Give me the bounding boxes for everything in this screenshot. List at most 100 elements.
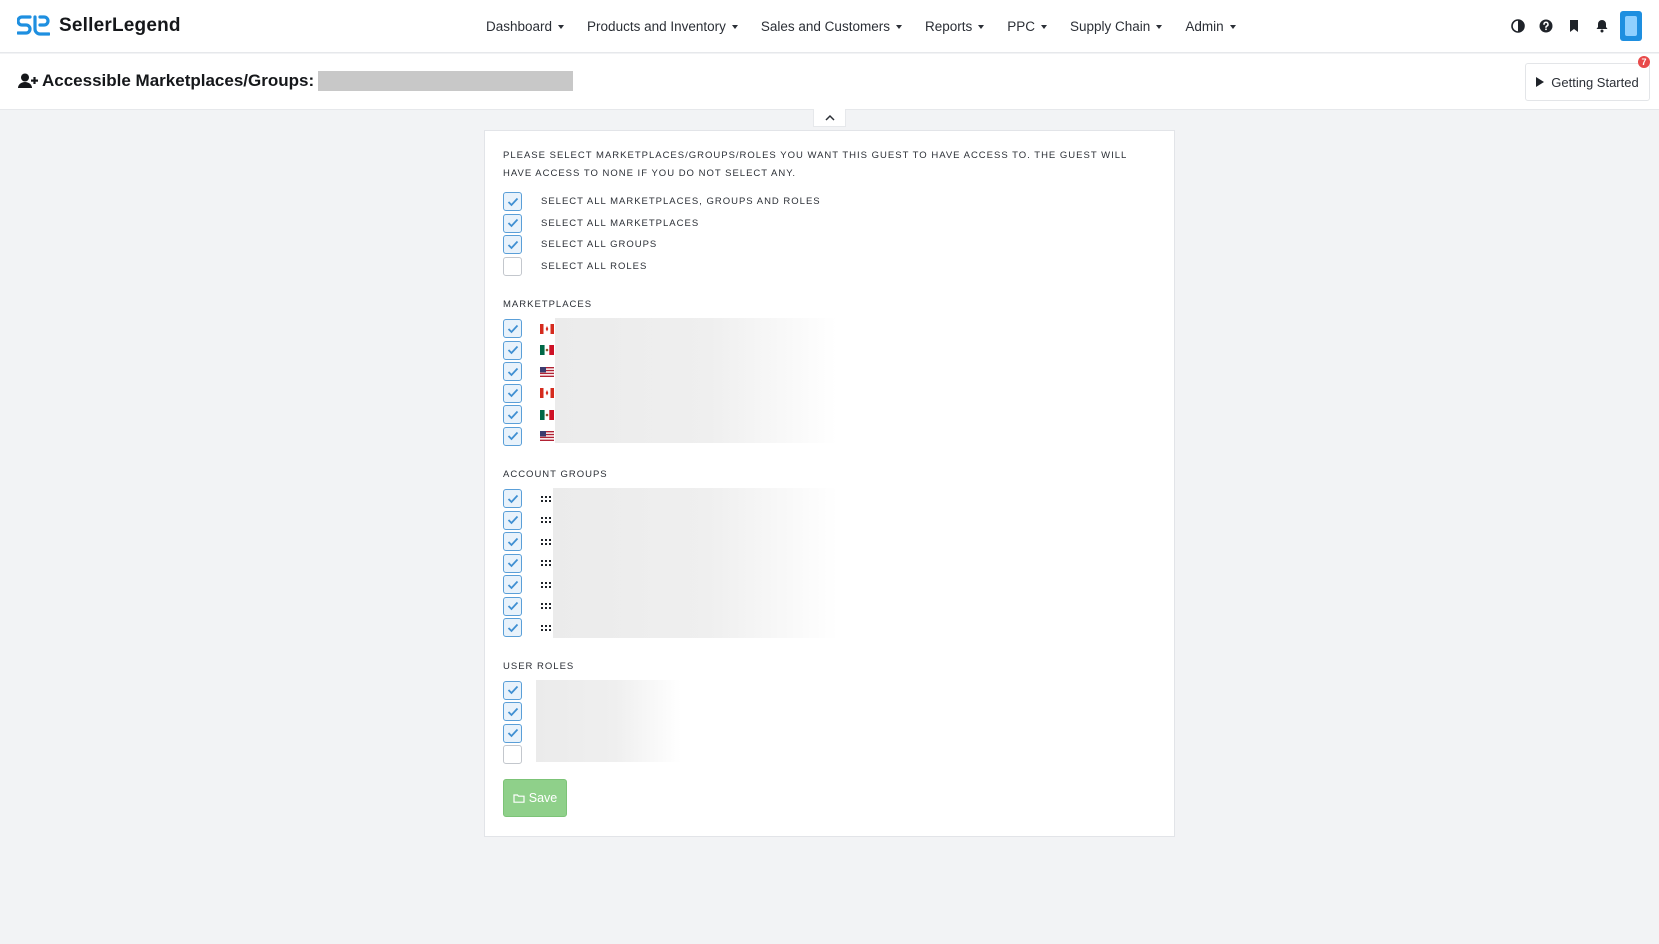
nav-label: Dashboard xyxy=(486,19,553,34)
access-form-card: Please select marketplaces/groups/roles … xyxy=(484,130,1175,837)
marketplace-checkbox[interactable] xyxy=(503,362,522,382)
contrast-icon[interactable] xyxy=(1504,11,1532,41)
check-icon xyxy=(507,580,518,590)
collapse-header-toggle[interactable] xyxy=(813,109,846,127)
check-icon xyxy=(507,240,518,250)
brand-logo[interactable]: SellerLegend xyxy=(17,14,181,38)
bookmark-icon[interactable] xyxy=(1560,11,1588,41)
nav-label: Reports xyxy=(924,19,973,34)
nav-label: Products and Inventory xyxy=(587,19,726,34)
nav-ppc[interactable]: PPC xyxy=(1007,19,1047,34)
user-roles-list xyxy=(503,679,1158,766)
check-icon xyxy=(507,389,518,398)
top-navbar: SellerLegend Dashboard Products and Inve… xyxy=(0,0,1659,53)
check-icon xyxy=(507,346,518,355)
nav-admin[interactable]: Admin xyxy=(1185,19,1236,34)
nav-reports[interactable]: Reports xyxy=(924,19,985,34)
nav-label: Supply Chain xyxy=(1070,19,1151,34)
account-group-checkbox[interactable] xyxy=(503,618,522,638)
marketplace-checkbox[interactable] xyxy=(503,340,522,360)
select-all-everything-row[interactable]: Select all marketplaces, groups and role… xyxy=(503,191,1158,213)
grid-icon xyxy=(541,624,551,631)
sellerlegend-logo-icon xyxy=(17,15,50,36)
user-role-checkbox[interactable] xyxy=(503,680,522,700)
check-icon xyxy=(507,432,518,441)
select-all-roles-checkbox[interactable] xyxy=(503,256,522,276)
user-role-checkbox[interactable] xyxy=(503,723,522,743)
us-flag-icon xyxy=(540,366,554,377)
us-flag-icon xyxy=(540,431,554,442)
marketplace-checkbox[interactable] xyxy=(503,319,522,339)
select-all-roles-row[interactable]: Select all roles xyxy=(503,256,1158,278)
account-group-checkbox[interactable] xyxy=(503,553,522,573)
account-group-checkbox[interactable] xyxy=(503,489,522,509)
caret-down-icon xyxy=(895,24,902,29)
bell-icon[interactable] xyxy=(1588,11,1616,41)
marketplace-checkbox[interactable] xyxy=(503,405,522,425)
redacted-group-names xyxy=(553,488,838,638)
grid-icon xyxy=(541,517,551,524)
select-all-marketplaces-row[interactable]: Select all marketplaces xyxy=(503,213,1158,235)
account-groups-heading: Account Groups xyxy=(503,469,608,480)
caret-down-icon xyxy=(978,24,985,29)
nav-dashboard[interactable]: Dashboard xyxy=(486,19,565,34)
check-icon xyxy=(507,559,518,568)
select-all-groups-checkbox[interactable] xyxy=(503,235,522,255)
account-group-checkbox[interactable] xyxy=(503,596,522,616)
account-group-checkbox[interactable] xyxy=(503,575,522,595)
select-all-groups-row[interactable]: Select all groups xyxy=(503,234,1158,256)
select-all-marketplaces-checkbox[interactable] xyxy=(503,213,522,233)
nav-products-inventory[interactable]: Products and Inventory xyxy=(587,19,738,34)
check-icon xyxy=(507,623,518,633)
nav-supply-chain[interactable]: Supply Chain xyxy=(1070,19,1163,34)
brand-name: SellerLegend xyxy=(59,15,181,36)
marketplace-checkbox[interactable] xyxy=(503,383,522,403)
instructions-text: Please select marketplaces/groups/roles … xyxy=(503,150,1127,179)
page-title: Accessible Marketplaces/Groups: xyxy=(18,71,574,91)
getting-started-button[interactable]: Getting Started xyxy=(1525,63,1650,101)
redacted-role-names xyxy=(536,679,681,762)
account-groups-list xyxy=(503,488,1158,639)
caret-down-icon xyxy=(731,24,738,29)
save-button[interactable]: Save xyxy=(503,778,567,817)
check-icon xyxy=(507,707,518,717)
user-plus-icon xyxy=(18,73,38,88)
check-icon xyxy=(507,197,518,207)
check-icon xyxy=(507,729,518,738)
grid-icon xyxy=(541,560,551,567)
access-form: Please select marketplaces/groups/roles … xyxy=(503,147,1158,817)
check-icon xyxy=(507,219,518,228)
marketplaces-list xyxy=(503,318,1158,447)
notification-badge: 7 xyxy=(1638,56,1650,68)
caret-down-icon xyxy=(1041,24,1047,29)
ca-flag-icon xyxy=(540,388,554,399)
check-icon xyxy=(507,494,518,504)
check-icon xyxy=(507,686,518,695)
grid-icon xyxy=(541,603,551,610)
folder-icon xyxy=(513,793,525,803)
user-role-checkbox[interactable] xyxy=(503,745,522,765)
header-actions xyxy=(1504,11,1642,41)
page-header: Accessible Marketplaces/Groups: Getting … xyxy=(0,54,1659,110)
page-title-text: Accessible Marketplaces/Groups: xyxy=(42,71,315,90)
select-all-everything-checkbox[interactable] xyxy=(503,192,522,212)
nav-label: PPC xyxy=(1007,19,1035,34)
account-group-checkbox[interactable] xyxy=(503,532,522,552)
account-group-checkbox[interactable] xyxy=(503,510,522,530)
play-icon xyxy=(1536,77,1545,87)
nav-sales-customers[interactable]: Sales and Customers xyxy=(761,19,902,34)
caret-down-icon xyxy=(1229,24,1236,29)
user-role-checkbox[interactable] xyxy=(503,702,522,722)
grid-icon xyxy=(541,495,551,502)
redacted-marketplace-names xyxy=(555,318,837,443)
user-roles-heading: User Roles xyxy=(503,660,575,672)
help-icon[interactable] xyxy=(1532,11,1560,41)
nav-label: Admin xyxy=(1185,19,1224,34)
check-icon xyxy=(507,602,518,611)
chevron-up-icon xyxy=(824,114,835,121)
check-icon xyxy=(507,324,518,334)
user-avatar[interactable] xyxy=(1620,11,1642,41)
marketplace-checkbox[interactable] xyxy=(503,426,522,446)
select-all-everything-label: Select all marketplaces, groups and role… xyxy=(541,196,821,208)
mx-flag-icon xyxy=(540,345,554,356)
